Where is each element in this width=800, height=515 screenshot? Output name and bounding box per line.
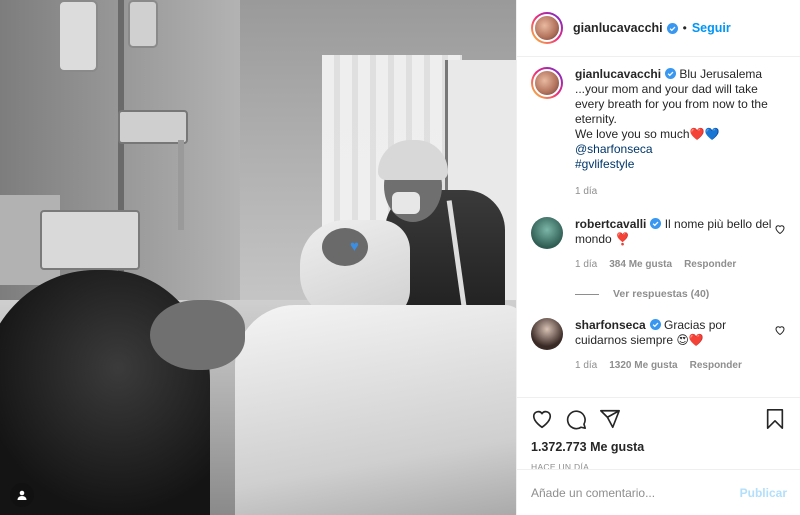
user-tag-icon[interactable]	[10, 483, 34, 507]
post-header: gianlucavacchi • Seguir	[517, 0, 800, 57]
photo-iv-tube	[178, 140, 184, 230]
publish-button[interactable]: Publicar	[740, 486, 787, 500]
reply-button[interactable]: Responder	[684, 257, 736, 272]
caption-avatar[interactable]	[531, 67, 563, 99]
caption-hashtag[interactable]: #gvlifestyle	[575, 157, 634, 171]
heart-icon[interactable]	[531, 408, 553, 430]
caption-body: gianlucavacchi Blu Jerusalema ...your mo…	[575, 67, 786, 199]
comment-meta: 1 día 1320 Me gusta Responder	[575, 358, 774, 373]
instagram-post: ♥ gianlucavacchi • Seguir gianlucavacchi…	[0, 0, 800, 515]
comment-meta: 1 día 384 Me gusta Responder	[575, 257, 774, 272]
follow-button[interactable]: Seguir	[692, 21, 731, 35]
comment-username[interactable]: robertcavalli	[575, 217, 646, 231]
photo-iv-bag-small	[128, 0, 158, 48]
caption: gianlucavacchi Blu Jerusalema ...your mo…	[531, 67, 786, 199]
blue-heart-sticker-icon: ♥	[350, 238, 359, 255]
comments-list[interactable]: gianlucavacchi Blu Jerusalema ...your mo…	[517, 57, 800, 397]
verified-badge-icon	[650, 218, 662, 229]
comment-time[interactable]: 1 día	[575, 358, 597, 373]
photo-mother-face	[150, 300, 245, 370]
comment-body: sharfonseca Gracias por cuidarnos siempr…	[575, 318, 774, 373]
author-avatar[interactable]	[531, 12, 563, 44]
action-icons	[531, 408, 786, 430]
photo-face-mask	[392, 192, 420, 214]
comment-likes[interactable]: 384 Me gusta	[609, 257, 672, 272]
photo-iv-bag	[58, 0, 98, 72]
post-sidebar: gianlucavacchi • Seguir gianlucavacchi B…	[516, 0, 800, 515]
view-replies-button[interactable]: Ver respuestas (40)	[575, 288, 786, 300]
comment-body: robertcavalli Il nome più bello del mond…	[575, 217, 774, 272]
share-icon[interactable]	[599, 408, 621, 430]
bookmark-icon[interactable]	[764, 408, 786, 430]
photo-baby	[322, 228, 368, 266]
comment-input[interactable]	[531, 485, 740, 500]
author-username[interactable]: gianlucavacchi	[573, 21, 663, 35]
verified-badge-icon	[665, 68, 677, 79]
reply-button[interactable]: Responder	[690, 358, 742, 373]
comment-item: robertcavalli Il nome più bello del mond…	[531, 217, 786, 272]
caption-mention[interactable]: @sharfonseca	[575, 142, 653, 156]
commenter-avatar[interactable]	[531, 318, 563, 350]
caption-text-love: We love you so much❤️💙	[575, 127, 720, 141]
comment-item: sharfonseca Gracias por cuidarnos siempr…	[531, 318, 786, 373]
comment-likes[interactable]: 1320 Me gusta	[609, 358, 677, 373]
comment-username[interactable]: sharfonseca	[575, 318, 646, 332]
caption-text-title: Blu Jerusalema	[679, 67, 763, 81]
verified-badge-icon	[666, 22, 678, 34]
comment-icon[interactable]	[565, 408, 587, 430]
comment-heart-icon[interactable]	[774, 324, 786, 336]
comment-heart-icon[interactable]	[774, 223, 786, 235]
caption-text-body: ...your mom and your dad will take every…	[575, 82, 768, 126]
photo-monitor	[40, 210, 140, 270]
post-photo[interactable]: ♥	[0, 0, 516, 515]
verified-badge-icon	[649, 319, 661, 330]
replies-line	[575, 293, 599, 295]
likes-count[interactable]: 1.372.773 Me gusta	[531, 440, 786, 454]
caption-time[interactable]: 1 día	[575, 184, 786, 199]
photo-white-blanket	[235, 305, 516, 515]
comment-time[interactable]: 1 día	[575, 257, 597, 272]
commenter-avatar[interactable]	[531, 217, 563, 249]
photo-infusion-pump	[118, 110, 188, 144]
add-comment-bar: Publicar	[517, 469, 800, 515]
view-replies-label: Ver respuestas (40)	[613, 288, 710, 300]
header-separator: •	[682, 21, 687, 35]
caption-username[interactable]: gianlucavacchi	[575, 67, 661, 81]
